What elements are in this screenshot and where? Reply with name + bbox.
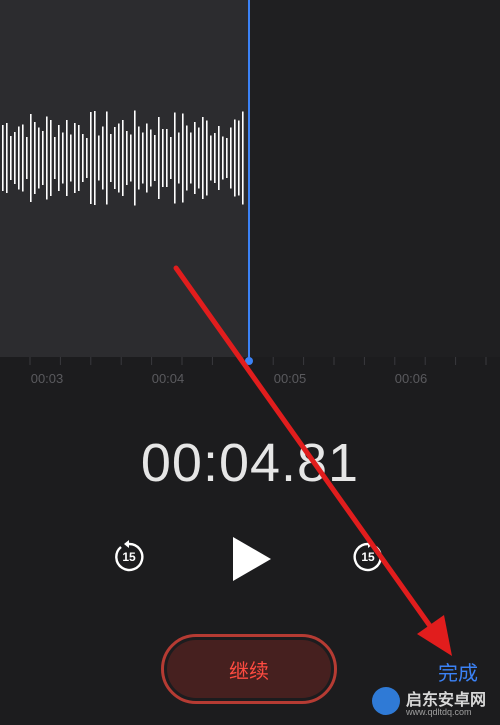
waveform-bar xyxy=(90,112,92,204)
waveform-bar xyxy=(18,126,20,190)
waveform-bar xyxy=(222,136,224,180)
waveform-bar xyxy=(106,111,108,205)
waveform-bar xyxy=(86,138,88,178)
waveform-bar xyxy=(6,123,8,193)
waveform-bar xyxy=(34,122,36,194)
waveform-bar xyxy=(78,125,80,191)
waveform-bar xyxy=(182,113,184,203)
waveform-bar xyxy=(50,120,52,196)
waveform-bar xyxy=(146,123,148,193)
waveform-bar xyxy=(166,129,168,187)
waveform-bar xyxy=(58,125,60,191)
waveform-bar xyxy=(134,110,136,206)
waveform-bar xyxy=(210,135,212,181)
play-icon xyxy=(233,537,271,581)
waveform-bar xyxy=(102,126,104,190)
waveform-bar xyxy=(14,132,16,184)
waveform-bar xyxy=(202,117,204,199)
waveform-bar xyxy=(130,134,132,182)
waveform-bar xyxy=(150,129,152,187)
waveform-bar xyxy=(206,120,208,196)
elapsed-time: 00:04.81 xyxy=(140,433,360,493)
resume-button[interactable]: 继续 xyxy=(161,634,337,704)
timeline-tick-label: 00:05 xyxy=(273,371,307,386)
waveform-bar xyxy=(162,129,164,187)
waveform-bar xyxy=(38,127,40,189)
waveform-bar xyxy=(242,111,244,205)
waveform-bar xyxy=(194,122,196,194)
waveform-bar xyxy=(230,127,232,189)
waveform-bar xyxy=(214,133,216,183)
skip-back-seconds: 15 xyxy=(122,550,136,564)
waveform-bar xyxy=(26,137,28,179)
waveform-bar xyxy=(10,136,12,180)
waveform-bar xyxy=(174,112,176,204)
timeline-tick-label: 00:04 xyxy=(151,371,185,386)
waveform-bar xyxy=(198,127,200,189)
waveform-bar xyxy=(66,120,68,196)
waveform-bar xyxy=(234,119,236,197)
playhead-line[interactable] xyxy=(248,0,250,362)
timeline-tick-label: 00:06 xyxy=(394,371,428,386)
timeline-tick-label: 00:03 xyxy=(30,371,64,386)
waveform-bar xyxy=(30,114,32,202)
waveform-bar xyxy=(218,126,220,190)
waveform-bar xyxy=(74,123,76,193)
waveform-bar xyxy=(138,126,140,190)
watermark-url: www.qdltdq.com xyxy=(406,707,472,717)
waveform-bar xyxy=(62,132,64,184)
waveform-bar xyxy=(22,124,24,192)
waveform-bar xyxy=(170,137,172,179)
waveform-bar xyxy=(142,132,144,184)
waveform-bar xyxy=(98,135,100,181)
skip-forward-seconds: 15 xyxy=(361,550,375,564)
play-button[interactable] xyxy=(230,535,274,583)
waveform-bar xyxy=(238,120,240,196)
waveform-bar xyxy=(94,111,96,205)
waveform-bar xyxy=(70,134,72,182)
waveform-bar xyxy=(178,132,180,184)
waveform-bar xyxy=(158,117,160,199)
timeline-ruler: 00:03 00:04 00:05 00:06 xyxy=(0,357,500,392)
watermark: 启东安卓网 www.qdltdq.com xyxy=(372,684,500,725)
resume-button-label: 继续 xyxy=(167,640,331,698)
waveform-bar xyxy=(118,123,120,193)
waveform-bar xyxy=(114,127,116,189)
waveform-bar xyxy=(186,125,188,191)
waveform-bar xyxy=(190,132,192,184)
skip-back-button[interactable]: 15 xyxy=(112,540,146,574)
waveform-bar xyxy=(42,131,44,185)
waveform-bar xyxy=(126,131,128,185)
waveform-bars xyxy=(2,110,244,206)
waveform-bar xyxy=(46,116,48,200)
waveform-bar xyxy=(226,138,228,178)
watermark-logo-icon xyxy=(372,687,400,715)
waveform-area[interactable] xyxy=(0,0,500,357)
waveform-bar xyxy=(2,125,4,191)
waveform-bar xyxy=(122,120,124,196)
waveform-bar xyxy=(82,134,84,182)
waveform-bar xyxy=(54,137,56,179)
waveform-bar xyxy=(154,135,156,181)
done-button[interactable]: 完成 xyxy=(438,657,478,686)
waveform-bar xyxy=(110,134,112,182)
skip-forward-button[interactable]: 15 xyxy=(351,540,385,574)
